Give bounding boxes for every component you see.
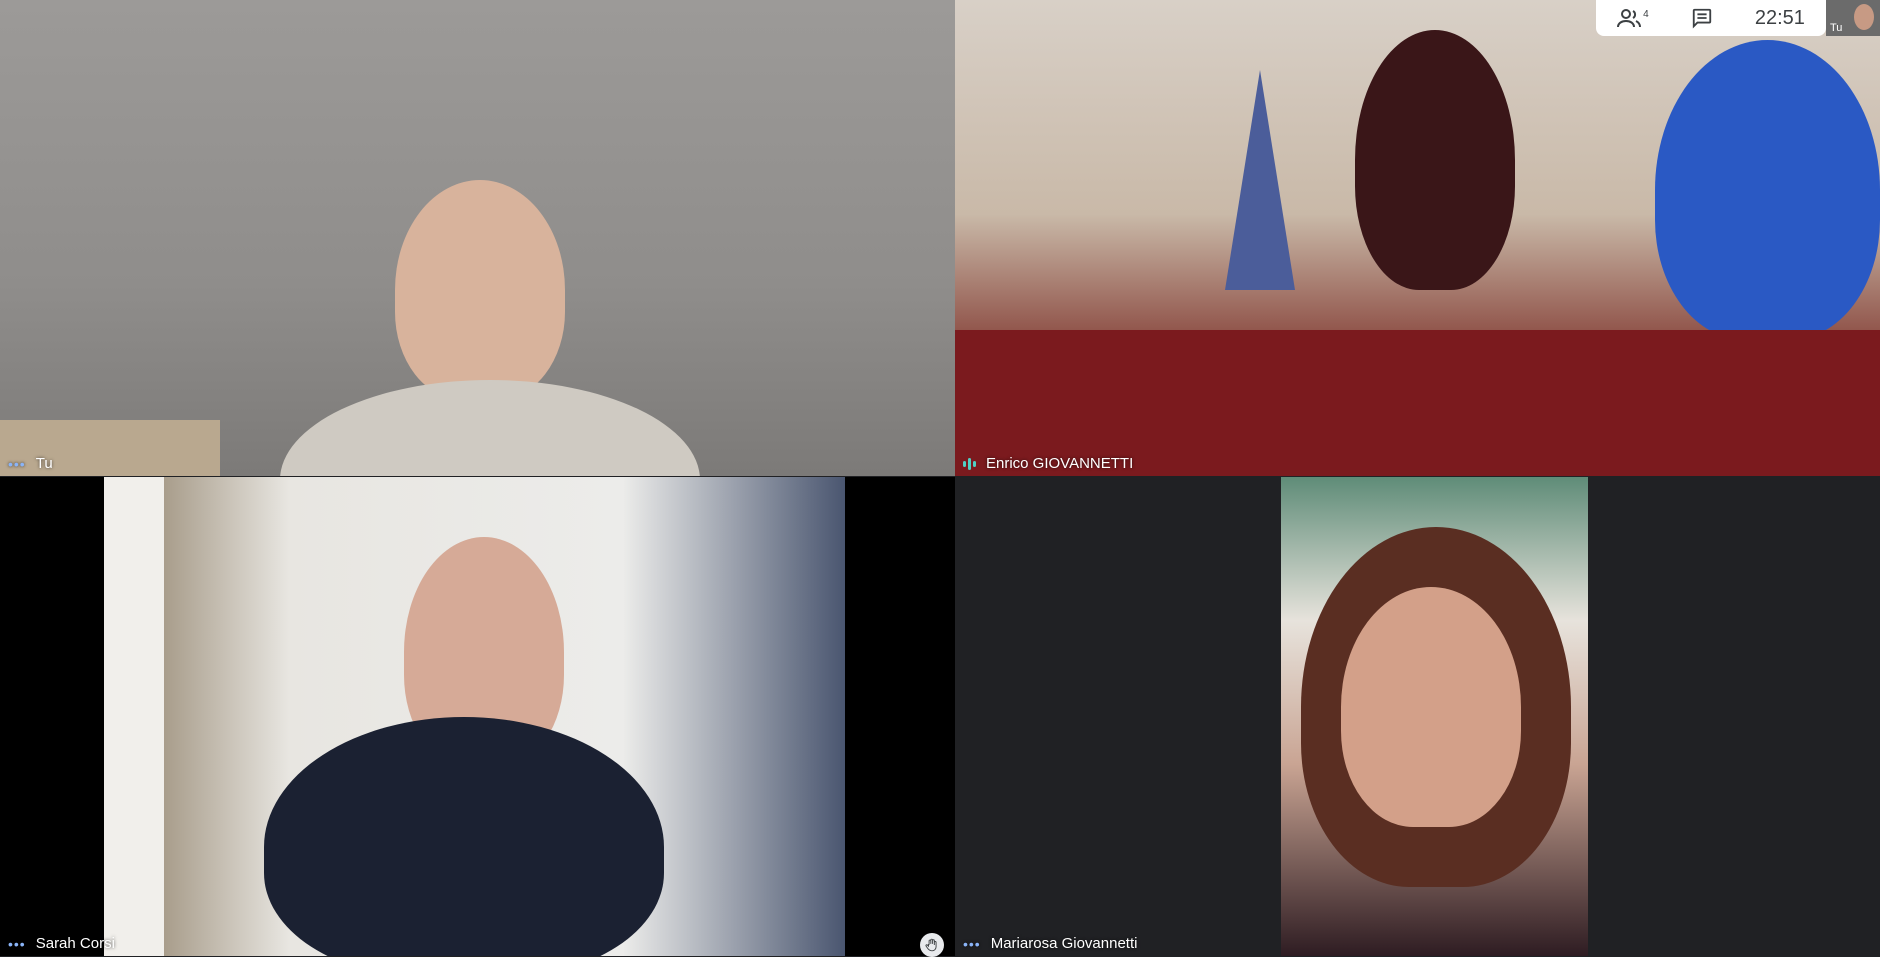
participant-name: Sarah Corsi (35, 935, 115, 952)
participant-name-label: ••• Tu (8, 455, 53, 472)
video-feed (955, 0, 1880, 476)
hand-icon (925, 938, 937, 952)
more-dots-icon[interactable]: ••• (8, 457, 26, 471)
participant-figure (395, 180, 565, 400)
participant-name-label: ••• Mariarosa Giovannetti (963, 935, 1137, 952)
video-tile-mariarosa[interactable]: ••• Mariarosa Giovannetti (955, 477, 1880, 956)
participant-name-label: ••• Sarah Corsi (8, 935, 115, 952)
more-dots-icon[interactable]: ••• (963, 937, 981, 951)
raise-hand-button[interactable] (920, 933, 944, 957)
chat-icon (1692, 8, 1711, 29)
video-feed (1281, 477, 1588, 956)
participants-button[interactable]: 4 (1617, 8, 1649, 28)
audio-level-icon (963, 457, 976, 470)
participant-name: Mariarosa Giovannetti (990, 935, 1138, 952)
participant-figure (1655, 40, 1880, 340)
top-bar: 4 22:51 (1596, 0, 1826, 36)
meeting-clock: 22:51 (1754, 6, 1805, 29)
more-dots-icon[interactable]: ••• (8, 937, 26, 951)
chat-button[interactable] (1691, 7, 1713, 29)
participant-figure (1341, 587, 1521, 827)
participant-name: Tu (35, 455, 53, 472)
participant-name-label: Enrico GIOVANNETTI (963, 455, 1133, 472)
video-tile-enrico[interactable]: Enrico GIOVANNETTI (955, 0, 1880, 476)
participants-count: 4 (1643, 8, 1649, 20)
self-view-label: Tu (1830, 22, 1843, 34)
video-feed (0, 0, 955, 476)
people-icon (1617, 9, 1642, 28)
participant-body (280, 380, 700, 476)
participant-figure (1355, 30, 1515, 290)
door (104, 477, 164, 956)
participant-body (264, 717, 664, 956)
self-view-thumbnail[interactable]: Tu (1826, 0, 1880, 36)
christmas-tree (1225, 70, 1295, 290)
video-tile-self[interactable]: ••• Tu (0, 0, 955, 476)
video-feed (104, 477, 845, 956)
participant-name: Enrico GIOVANNETTI (986, 455, 1134, 472)
video-tile-sarah[interactable]: ••• Sarah Corsi (0, 477, 955, 956)
self-view-avatar (1854, 4, 1874, 30)
